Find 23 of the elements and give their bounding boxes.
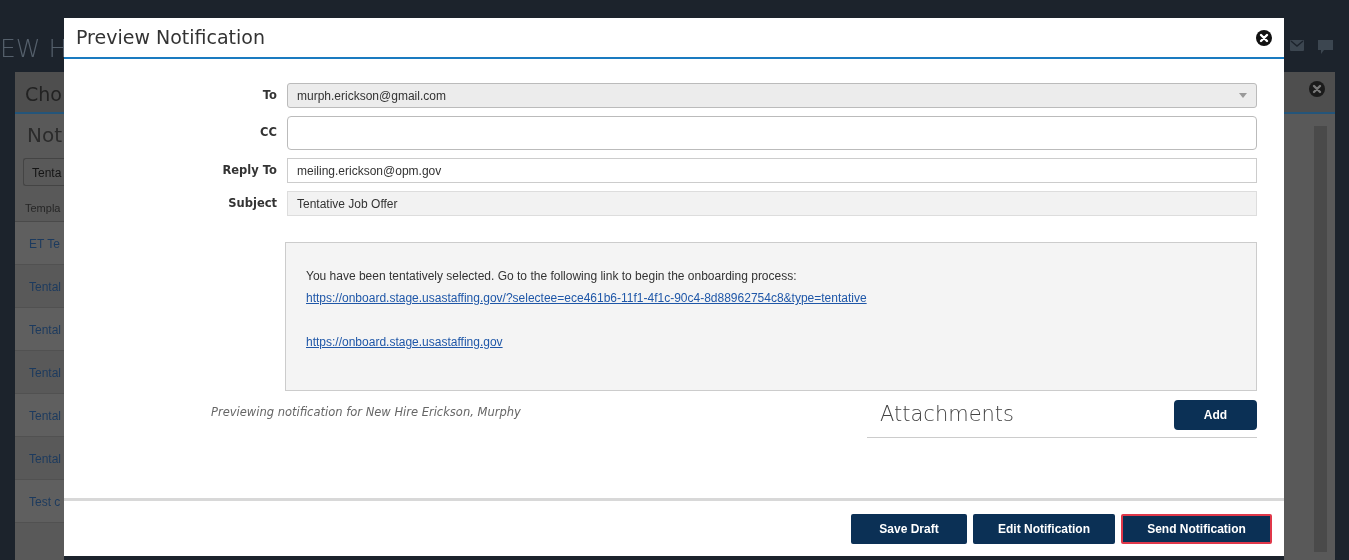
link[interactable]: https://onboard.stage.usastaffing.gov/?selectee=ece461b6-11f1-4f1c-90c4-8d88962754c8&type=tentative [306,291,867,305]
chat-icon[interactable] [1318,40,1333,54]
action-button[interactable]: Send Notification [1121,513,1272,544]
field-label: CC [259,124,277,142]
input-field[interactable] [287,116,1257,150]
close-icon[interactable] [1256,29,1272,46]
input-field[interactable]: meiling.erickson@opm.gov [287,158,1257,183]
action-button[interactable]: Edit Notification [973,513,1115,544]
envelope-icon[interactable] [1290,40,1304,51]
action-button[interactable]: Save Draft [851,513,967,544]
message-text: You have been tentatively selected. Go to the following link to begin the onboarding process: https://onboard.stage.usastaffing.gov/?selectee=ece461b6-11f1-4f1c-90c4-8d88962754c8&type=tentative [306,268,868,307]
field-label: Reply To [221,161,277,179]
link[interactable]: https://onboard.stage.usastaffing.gov [306,335,503,349]
dialog-title: Preview Notification [76,26,266,49]
page-heading: EW H [0,33,64,65]
caret-icon [1239,93,1247,98]
preview-note: Previewing notification for New Hire Erickson, Murphy [211,404,521,421]
attachments-heading: Attachments [880,402,1015,428]
dropdown-field[interactable]: murph.erickson@gmail.com [287,83,1257,108]
field-label: To [261,86,277,104]
field-label: Subject [227,194,277,212]
input-field: Tentative Job Offer [287,191,1257,216]
add-button[interactable]: Add [1174,400,1257,430]
